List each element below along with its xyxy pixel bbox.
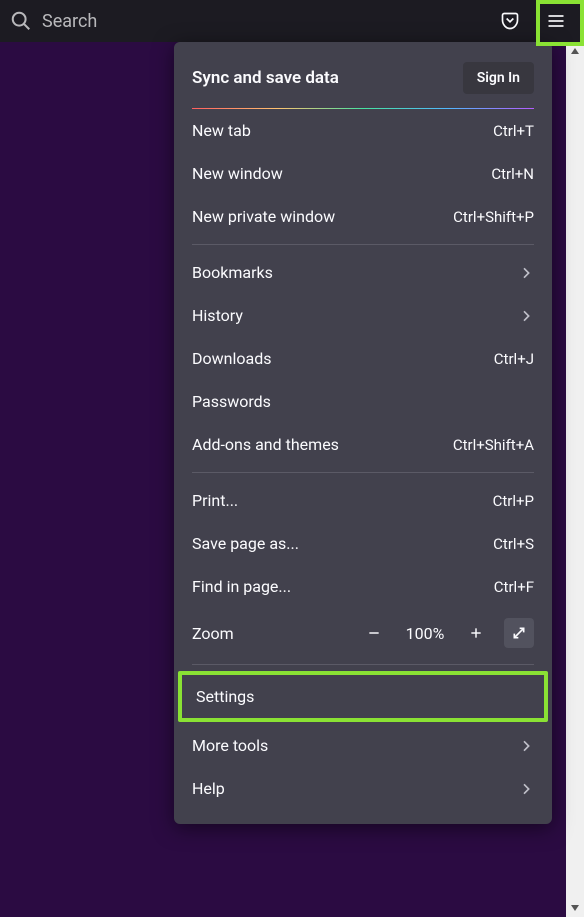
sync-row: Sync and save data Sign In <box>174 50 552 108</box>
chevron-right-icon <box>518 308 534 324</box>
menu-label: New tab <box>192 121 251 140</box>
menu-item-new-private-window[interactable]: New private window Ctrl+Shift+P <box>174 195 552 238</box>
menu-label: Find in page... <box>192 577 291 596</box>
menu-shortcut: Ctrl+N <box>491 165 534 183</box>
browser-toolbar: Search <box>0 0 584 42</box>
menu-label: Add-ons and themes <box>192 435 339 454</box>
menu-item-new-tab[interactable]: New tab Ctrl+T <box>174 109 552 152</box>
menu-label: Save page as... <box>192 534 299 553</box>
menu-item-save-page[interactable]: Save page as... Ctrl+S <box>174 522 552 565</box>
pocket-button[interactable] <box>494 5 526 37</box>
search-area[interactable]: Search <box>6 10 486 32</box>
menu-item-print[interactable]: Print... Ctrl+P <box>174 479 552 522</box>
sign-in-button[interactable]: Sign In <box>463 62 534 94</box>
zoom-label: Zoom <box>192 624 360 643</box>
menu-shortcut: Ctrl+F <box>494 578 534 596</box>
menu-label: New window <box>192 164 283 183</box>
sync-title: Sync and save data <box>192 68 339 88</box>
zoom-in-button[interactable] <box>462 619 490 647</box>
menu-label: More tools <box>192 736 268 755</box>
fullscreen-button[interactable] <box>504 618 534 648</box>
vertical-scrollbar[interactable] <box>566 42 584 917</box>
divider <box>192 244 534 245</box>
menu-label: Passwords <box>192 392 271 411</box>
menu-shortcut: Ctrl+T <box>493 122 534 140</box>
zoom-out-button[interactable] <box>360 619 388 647</box>
menu-shortcut: Ctrl+Shift+P <box>453 208 534 226</box>
menu-item-bookmarks[interactable]: Bookmarks <box>174 251 552 294</box>
divider <box>192 472 534 473</box>
toolbar-right <box>494 5 578 37</box>
menu-item-settings[interactable]: Settings <box>182 675 544 718</box>
menu-label: Help <box>192 779 225 798</box>
zoom-controls: 100% <box>360 618 534 648</box>
menu-item-passwords[interactable]: Passwords <box>174 380 552 423</box>
divider <box>192 664 534 665</box>
menu-item-more-tools[interactable]: More tools <box>174 724 552 767</box>
menu-label: Downloads <box>192 349 271 368</box>
menu-label: Settings <box>196 687 254 706</box>
menu-item-history[interactable]: History <box>174 294 552 337</box>
menu-item-help[interactable]: Help <box>174 767 552 810</box>
menu-shortcut: Ctrl+S <box>493 535 534 553</box>
menu-item-downloads[interactable]: Downloads Ctrl+J <box>174 337 552 380</box>
menu-item-new-window[interactable]: New window Ctrl+N <box>174 152 552 195</box>
menu-item-addons[interactable]: Add-ons and themes Ctrl+Shift+A <box>174 423 552 466</box>
chevron-right-icon <box>518 781 534 797</box>
menu-shortcut: Ctrl+Shift+A <box>453 436 534 454</box>
chevron-right-icon <box>518 738 534 754</box>
menu-label: History <box>192 306 243 325</box>
menu-label: Bookmarks <box>192 263 273 282</box>
scroll-down-arrow[interactable] <box>566 899 584 917</box>
menu-label: New private window <box>192 207 335 226</box>
application-menu: Sync and save data Sign In New tab Ctrl+… <box>174 42 552 824</box>
search-placeholder: Search <box>42 11 97 32</box>
menu-shortcut: Ctrl+J <box>494 350 534 368</box>
search-icon <box>10 10 32 32</box>
menu-label: Print... <box>192 491 238 510</box>
hamburger-menu-button[interactable] <box>540 5 572 37</box>
menu-item-find-in-page[interactable]: Find in page... Ctrl+F <box>174 565 552 608</box>
menu-shortcut: Ctrl+P <box>493 492 534 510</box>
menu-item-zoom: Zoom 100% <box>174 608 552 658</box>
chevron-right-icon <box>518 265 534 281</box>
zoom-level: 100% <box>402 624 448 643</box>
scroll-up-arrow[interactable] <box>566 42 584 60</box>
settings-highlight-box: Settings <box>178 671 548 722</box>
